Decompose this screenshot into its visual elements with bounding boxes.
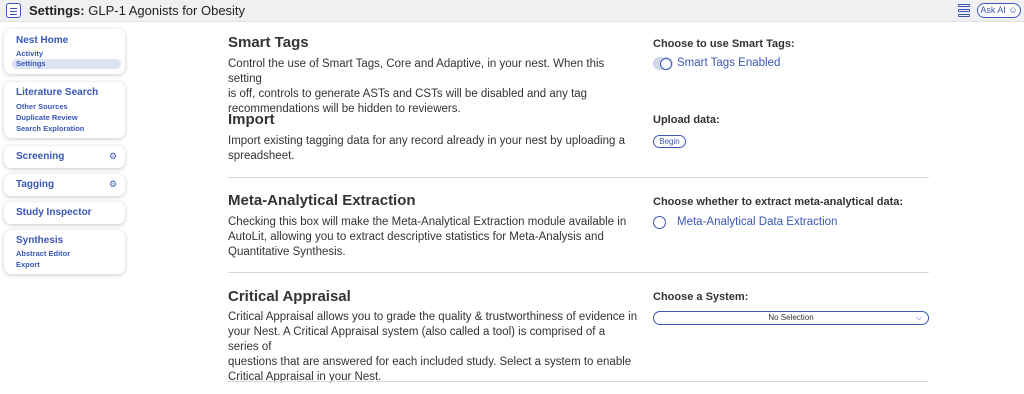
sidebar-card-nest-home: Nest Home Activity Settings — [4, 29, 125, 74]
meta-analytical-title: Meta-Analytical Extraction — [228, 192, 416, 209]
sidebar-item-activity[interactable]: Activity — [16, 49, 43, 58]
divider — [228, 272, 929, 273]
import-title: Import — [228, 111, 275, 128]
choose-system-label: Choose a System: — [653, 291, 749, 303]
sidebar-card-tagging[interactable]: Tagging ⚙ — [4, 174, 125, 196]
sidebar-item-search-exploration[interactable]: Search Exploration — [16, 124, 84, 133]
sidebar-card-literature-search: Literature Search Other Sources Duplicat… — [4, 82, 125, 138]
system-select[interactable]: No Selection ⌵ — [653, 311, 929, 325]
system-select-value: No Selection — [768, 313, 814, 322]
begin-button[interactable]: Begin — [653, 135, 686, 148]
smart-tags-option-label: Choose to use Smart Tags: — [653, 38, 795, 50]
sidebar-item-other-sources[interactable]: Other Sources — [16, 102, 68, 111]
smart-tags-title: Smart Tags — [228, 34, 309, 51]
page-title-prefix: Settings: — [29, 3, 85, 18]
chevron-down-icon: ⌵ — [915, 313, 922, 322]
divider — [228, 381, 929, 382]
sidebar-item-nest-home[interactable]: Nest Home — [16, 35, 68, 46]
layout-icon[interactable] — [958, 4, 970, 17]
sidebar-card-synthesis: Synthesis Abstract Editor Export — [4, 230, 125, 274]
sidebar-item-tagging[interactable]: Tagging — [16, 179, 54, 190]
gear-icon[interactable]: ⚙ — [109, 151, 117, 162]
divider — [228, 177, 929, 178]
nest-name: GLP-1 Agonists for Obesity — [88, 3, 246, 18]
sidebar-item-settings[interactable]: Settings — [12, 59, 121, 69]
sidebar-card-study-inspector[interactable]: Study Inspector — [4, 202, 125, 224]
meta-analytical-description: Checking this box will make the Meta-Ana… — [228, 216, 627, 258]
sidebar-item-screening[interactable]: Screening — [16, 151, 64, 162]
critical-appraisal-description: Critical Appraisal allows you to grade t… — [228, 311, 638, 383]
smart-tags-toggle[interactable] — [653, 57, 673, 70]
critical-appraisal-title: Critical Appraisal — [228, 288, 351, 305]
page-title: Settings: GLP-1 Agonists for Obesity — [29, 3, 245, 18]
ask-ai-button[interactable]: Ask AI ☺ — [977, 3, 1021, 18]
meta-analytical-radio-label[interactable]: Meta-Analytical Data Extraction — [677, 216, 837, 228]
smart-tags-description: Control the use of Smart Tags, Core and … — [228, 58, 605, 115]
meta-analytical-radio[interactable] — [653, 216, 666, 229]
sidebar-item-abstract-editor[interactable]: Abstract Editor — [16, 249, 70, 258]
meta-analytical-option-label: Choose whether to extract meta-analytica… — [653, 196, 904, 208]
sidebar-item-study-inspector[interactable]: Study Inspector — [16, 207, 92, 218]
sidebar-item-synthesis[interactable]: Synthesis — [16, 235, 63, 246]
sidebar-item-duplicate-review[interactable]: Duplicate Review — [16, 113, 78, 122]
gear-icon[interactable]: ⚙ — [109, 179, 117, 190]
sidebar-item-literature-search[interactable]: Literature Search — [16, 87, 98, 98]
top-bar: Settings: GLP-1 Agonists for Obesity Ask… — [0, 0, 1024, 22]
upload-data-label: Upload data: — [653, 114, 720, 126]
sidebar-card-screening[interactable]: Screening ⚙ — [4, 146, 125, 168]
menu-icon[interactable] — [6, 3, 21, 18]
sidebar-item-export[interactable]: Export — [16, 260, 40, 269]
import-description: Import existing tagging data for any rec… — [228, 135, 625, 162]
robot-icon: ☺ — [1008, 5, 1018, 15]
smart-tags-toggle-label[interactable]: Smart Tags Enabled — [677, 57, 780, 69]
